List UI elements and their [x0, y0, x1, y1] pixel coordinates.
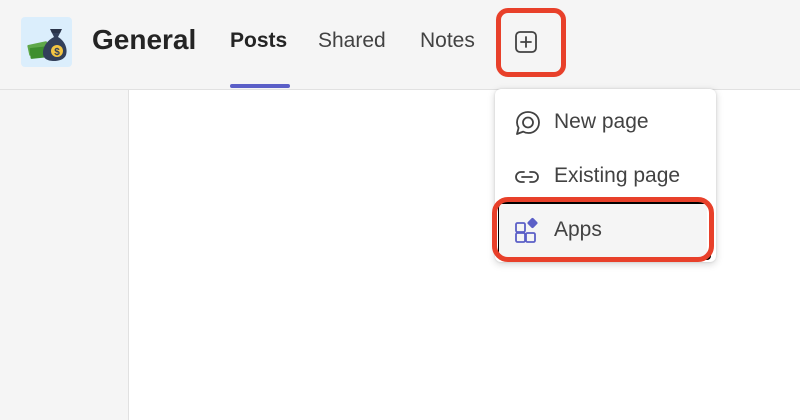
tab-notes[interactable]: Notes [420, 29, 475, 53]
channel-avatar[interactable]: $ [21, 17, 72, 67]
channel-header: $ General Posts Shared Notes [0, 0, 800, 90]
svg-text:$: $ [54, 47, 60, 58]
menu-item-new-page[interactable]: New page [495, 96, 716, 148]
menu-item-label: New page [554, 110, 649, 133]
loop-page-icon [516, 111, 540, 135]
add-tab-icon [515, 31, 537, 53]
menu-item-existing-page[interactable]: Existing page [495, 150, 716, 202]
tab-shared[interactable]: Shared [318, 29, 386, 53]
active-tab-indicator [230, 84, 290, 88]
tab-posts[interactable]: Posts [230, 29, 287, 53]
link-icon [515, 171, 539, 183]
menu-item-apps[interactable]: Apps [499, 204, 707, 258]
money-bag-icon: $ [27, 29, 67, 61]
menu-item-label: Existing page [554, 164, 681, 187]
menu-item-label: Apps [554, 218, 602, 241]
channel-title: General [92, 24, 197, 55]
add-tab-button[interactable] [496, 8, 566, 77]
left-rail [0, 90, 129, 420]
apps-icon [515, 217, 538, 243]
